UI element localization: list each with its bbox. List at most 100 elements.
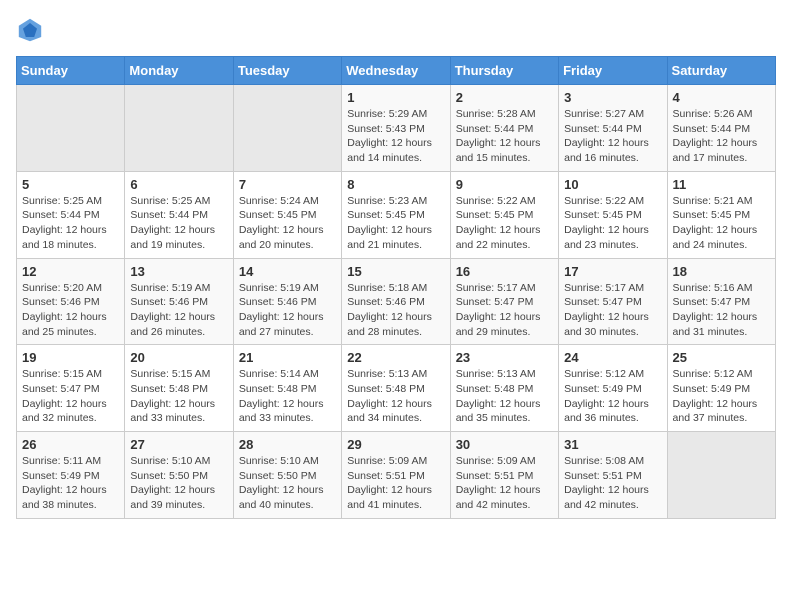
day-info: Sunrise: 5:15 AMSunset: 5:48 PMDaylight:… <box>130 367 227 426</box>
day-number: 13 <box>130 264 227 279</box>
day-info: Sunrise: 5:17 AMSunset: 5:47 PMDaylight:… <box>564 281 661 340</box>
day-number: 12 <box>22 264 119 279</box>
calendar-week-row: 19 Sunrise: 5:15 AMSunset: 5:47 PMDayligh… <box>17 345 776 432</box>
day-number: 22 <box>347 350 444 365</box>
day-info: Sunrise: 5:10 AMSunset: 5:50 PMDaylight:… <box>130 454 227 513</box>
calendar-cell: 24 Sunrise: 5:12 AMSunset: 5:49 PMDayligh… <box>559 345 667 432</box>
day-info: Sunrise: 5:28 AMSunset: 5:44 PMDaylight:… <box>456 107 553 166</box>
col-header-sunday: Sunday <box>17 57 125 85</box>
day-number: 14 <box>239 264 336 279</box>
day-number: 17 <box>564 264 661 279</box>
day-number: 20 <box>130 350 227 365</box>
day-info: Sunrise: 5:09 AMSunset: 5:51 PMDaylight:… <box>347 454 444 513</box>
day-info: Sunrise: 5:10 AMSunset: 5:50 PMDaylight:… <box>239 454 336 513</box>
day-number: 9 <box>456 177 553 192</box>
day-number: 18 <box>673 264 770 279</box>
calendar-cell: 16 Sunrise: 5:17 AMSunset: 5:47 PMDayligh… <box>450 258 558 345</box>
day-info: Sunrise: 5:25 AMSunset: 5:44 PMDaylight:… <box>130 194 227 253</box>
day-number: 24 <box>564 350 661 365</box>
calendar-cell: 1 Sunrise: 5:29 AMSunset: 5:43 PMDaylight… <box>342 85 450 172</box>
day-number: 15 <box>347 264 444 279</box>
calendar-cell: 20 Sunrise: 5:15 AMSunset: 5:48 PMDayligh… <box>125 345 233 432</box>
day-info: Sunrise: 5:08 AMSunset: 5:51 PMDaylight:… <box>564 454 661 513</box>
page-header <box>16 16 776 44</box>
day-number: 16 <box>456 264 553 279</box>
day-number: 19 <box>22 350 119 365</box>
day-number: 7 <box>239 177 336 192</box>
day-number: 28 <box>239 437 336 452</box>
day-info: Sunrise: 5:26 AMSunset: 5:44 PMDaylight:… <box>673 107 770 166</box>
calendar-cell: 18 Sunrise: 5:16 AMSunset: 5:47 PMDayligh… <box>667 258 775 345</box>
calendar-cell: 22 Sunrise: 5:13 AMSunset: 5:48 PMDayligh… <box>342 345 450 432</box>
day-info: Sunrise: 5:14 AMSunset: 5:48 PMDaylight:… <box>239 367 336 426</box>
day-info: Sunrise: 5:13 AMSunset: 5:48 PMDaylight:… <box>347 367 444 426</box>
day-number: 27 <box>130 437 227 452</box>
calendar-week-row: 12Sunrise: 5:20 AMSunset: 5:46 PMDayligh… <box>17 258 776 345</box>
day-number: 4 <box>673 90 770 105</box>
calendar-cell: 21 Sunrise: 5:14 AMSunset: 5:48 PMDayligh… <box>233 345 341 432</box>
day-number: 21 <box>239 350 336 365</box>
day-number: 8 <box>347 177 444 192</box>
calendar-cell: 31Sunrise: 5:08 AMSunset: 5:51 PMDayligh… <box>559 432 667 519</box>
calendar-cell: 14 Sunrise: 5:19 AMSunset: 5:46 PMDayligh… <box>233 258 341 345</box>
day-number: 23 <box>456 350 553 365</box>
calendar-cell: 15 Sunrise: 5:18 AMSunset: 5:46 PMDayligh… <box>342 258 450 345</box>
day-info: Sunrise: 5:12 AMSunset: 5:49 PMDaylight:… <box>564 367 661 426</box>
day-info: Sunrise: 5:24 AMSunset: 5:45 PMDaylight:… <box>239 194 336 253</box>
day-number: 26 <box>22 437 119 452</box>
day-number: 6 <box>130 177 227 192</box>
day-info: Sunrise: 5:11 AMSunset: 5:49 PMDaylight:… <box>22 454 119 513</box>
calendar-cell: 9 Sunrise: 5:22 AMSunset: 5:45 PMDaylight… <box>450 171 558 258</box>
calendar-week-row: 26 Sunrise: 5:11 AMSunset: 5:49 PMDayligh… <box>17 432 776 519</box>
day-info: Sunrise: 5:22 AMSunset: 5:45 PMDaylight:… <box>564 194 661 253</box>
day-info: Sunrise: 5:12 AMSunset: 5:49 PMDaylight:… <box>673 367 770 426</box>
calendar-cell <box>125 85 233 172</box>
day-number: 2 <box>456 90 553 105</box>
day-number: 3 <box>564 90 661 105</box>
day-info: Sunrise: 5:21 AMSunset: 5:45 PMDaylight:… <box>673 194 770 253</box>
day-info: Sunrise: 5:27 AMSunset: 5:44 PMDaylight:… <box>564 107 661 166</box>
day-info: Sunrise: 5:23 AMSunset: 5:45 PMDaylight:… <box>347 194 444 253</box>
col-header-wednesday: Wednesday <box>342 57 450 85</box>
day-number: 5 <box>22 177 119 192</box>
day-info: Sunrise: 5:13 AMSunset: 5:48 PMDaylight:… <box>456 367 553 426</box>
calendar-cell: 3 Sunrise: 5:27 AMSunset: 5:44 PMDaylight… <box>559 85 667 172</box>
col-header-saturday: Saturday <box>667 57 775 85</box>
day-info: Sunrise: 5:19 AMSunset: 5:46 PMDaylight:… <box>239 281 336 340</box>
day-number: 1 <box>347 90 444 105</box>
col-header-thursday: Thursday <box>450 57 558 85</box>
day-number: 10 <box>564 177 661 192</box>
day-info: Sunrise: 5:18 AMSunset: 5:46 PMDaylight:… <box>347 281 444 340</box>
calendar-cell: 5 Sunrise: 5:25 AMSunset: 5:44 PMDaylight… <box>17 171 125 258</box>
day-info: Sunrise: 5:16 AMSunset: 5:47 PMDaylight:… <box>673 281 770 340</box>
day-info: Sunrise: 5:29 AMSunset: 5:43 PMDaylight:… <box>347 107 444 166</box>
logo-icon <box>16 16 44 44</box>
calendar-cell: 6 Sunrise: 5:25 AMSunset: 5:44 PMDaylight… <box>125 171 233 258</box>
calendar-cell: 27 Sunrise: 5:10 AMSunset: 5:50 PMDayligh… <box>125 432 233 519</box>
day-info: Sunrise: 5:25 AMSunset: 5:44 PMDaylight:… <box>22 194 119 253</box>
calendar-cell: 2 Sunrise: 5:28 AMSunset: 5:44 PMDaylight… <box>450 85 558 172</box>
day-number: 25 <box>673 350 770 365</box>
day-number: 30 <box>456 437 553 452</box>
calendar-cell: 10 Sunrise: 5:22 AMSunset: 5:45 PMDayligh… <box>559 171 667 258</box>
calendar-cell: 23 Sunrise: 5:13 AMSunset: 5:48 PMDayligh… <box>450 345 558 432</box>
day-info: Sunrise: 5:22 AMSunset: 5:45 PMDaylight:… <box>456 194 553 253</box>
day-number: 29 <box>347 437 444 452</box>
day-info: Sunrise: 5:09 AMSunset: 5:51 PMDaylight:… <box>456 454 553 513</box>
col-header-tuesday: Tuesday <box>233 57 341 85</box>
calendar-cell: 30 Sunrise: 5:09 AMSunset: 5:51 PMDayligh… <box>450 432 558 519</box>
day-info: Sunrise: 5:15 AMSunset: 5:47 PMDaylight:… <box>22 367 119 426</box>
calendar-cell: 17 Sunrise: 5:17 AMSunset: 5:47 PMDayligh… <box>559 258 667 345</box>
calendar-cell: 12Sunrise: 5:20 AMSunset: 5:46 PMDayligh… <box>17 258 125 345</box>
calendar-cell: 29 Sunrise: 5:09 AMSunset: 5:51 PMDayligh… <box>342 432 450 519</box>
day-info: Sunrise: 5:17 AMSunset: 5:47 PMDaylight:… <box>456 281 553 340</box>
calendar-cell: 8 Sunrise: 5:23 AMSunset: 5:45 PMDaylight… <box>342 171 450 258</box>
calendar-cell <box>233 85 341 172</box>
day-number: 11 <box>673 177 770 192</box>
calendar-cell: 28 Sunrise: 5:10 AMSunset: 5:50 PMDayligh… <box>233 432 341 519</box>
logo <box>16 16 48 44</box>
calendar-cell: 11 Sunrise: 5:21 AMSunset: 5:45 PMDayligh… <box>667 171 775 258</box>
calendar-cell: 26 Sunrise: 5:11 AMSunset: 5:49 PMDayligh… <box>17 432 125 519</box>
calendar-week-row: 5 Sunrise: 5:25 AMSunset: 5:44 PMDaylight… <box>17 171 776 258</box>
calendar-cell: 25 Sunrise: 5:12 AMSunset: 5:49 PMDayligh… <box>667 345 775 432</box>
